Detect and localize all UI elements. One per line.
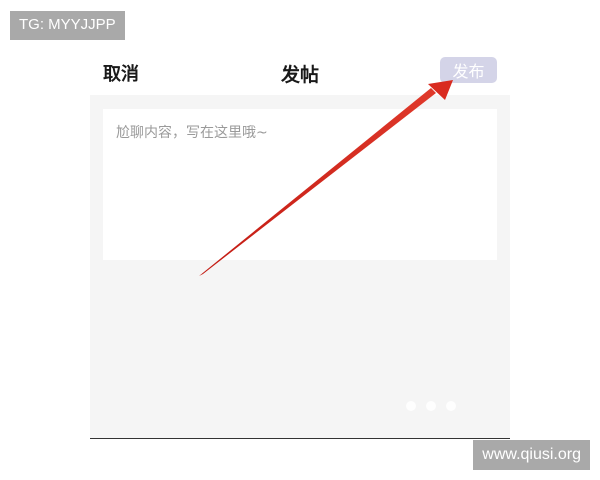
bottom-divider	[90, 438, 510, 439]
watermark-bottom: www.qiusi.org	[473, 440, 590, 470]
watermark-top: TG: MYYJJPP	[10, 11, 125, 40]
post-content-input[interactable]	[103, 109, 497, 260]
content-area	[90, 95, 510, 438]
cancel-button[interactable]: 取消	[103, 60, 139, 86]
dot	[406, 401, 416, 411]
header-bar: 取消 发帖 发布	[90, 54, 510, 94]
post-editor-screen: TG: MYYJJPP 取消 发帖 发布 www.qiusi.org	[0, 0, 600, 480]
publish-button[interactable]: 发布	[440, 57, 497, 83]
dot	[426, 401, 436, 411]
decorative-dots	[400, 395, 490, 419]
dot	[446, 401, 456, 411]
